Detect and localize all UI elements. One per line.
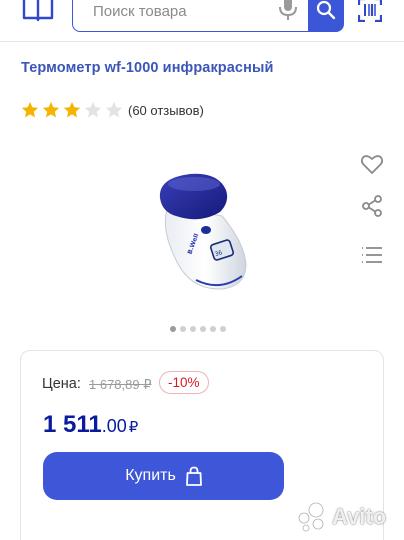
search-input[interactable]: Поиск товара (72, 0, 310, 32)
current-price: 1 511.00 ₽ (43, 411, 138, 439)
product-title: Термометр wf-1000 инфракрасный (21, 60, 274, 76)
header-bar: Поиск товара (0, 0, 404, 42)
header-divider (0, 41, 404, 42)
heart-icon[interactable] (360, 152, 384, 176)
barcode-scan-icon[interactable] (358, 0, 382, 22)
star-empty-icon (105, 101, 123, 118)
price-integer: 1 511 (43, 411, 102, 438)
star-filled-icon (42, 101, 60, 118)
gallery-dot[interactable] (200, 326, 206, 332)
gallery-dot[interactable] (210, 326, 216, 332)
watermark-text: Avito (332, 504, 387, 529)
gallery-dot[interactable] (180, 326, 186, 332)
price-cents: .00 (101, 416, 127, 436)
microphone-icon[interactable] (278, 0, 298, 22)
compare-icon[interactable] (360, 243, 384, 267)
price-label: Цена: (42, 376, 81, 392)
shopping-bag-icon (185, 466, 202, 486)
old-price: 1 678,89 ₽ (89, 377, 152, 392)
star-filled-icon (63, 101, 81, 118)
gallery-dot[interactable] (170, 326, 176, 332)
reviews-count[interactable]: (60 отзывов) (128, 103, 204, 118)
gallery-dot[interactable] (220, 326, 226, 332)
star-filled-icon (21, 101, 39, 118)
price-currency: ₽ (128, 419, 139, 436)
gallery-dot[interactable] (190, 326, 196, 332)
search-placeholder: Поиск товара (93, 3, 187, 20)
book-icon[interactable] (22, 0, 54, 22)
search-icon (316, 0, 336, 20)
share-icon[interactable] (360, 194, 384, 218)
product-image[interactable]: 36 B.Well (150, 168, 260, 298)
product-rating[interactable]: (60 отзывов) (21, 101, 204, 119)
search-button[interactable] (308, 0, 344, 32)
gallery-pagination[interactable] (170, 326, 230, 332)
star-empty-icon (84, 101, 102, 118)
buy-button-label: Купить (125, 467, 176, 484)
buy-button[interactable]: Купить (43, 452, 284, 500)
discount-badge: -10% (159, 371, 209, 394)
avito-logo-icon (298, 502, 324, 532)
avito-watermark: Avito (296, 500, 396, 534)
